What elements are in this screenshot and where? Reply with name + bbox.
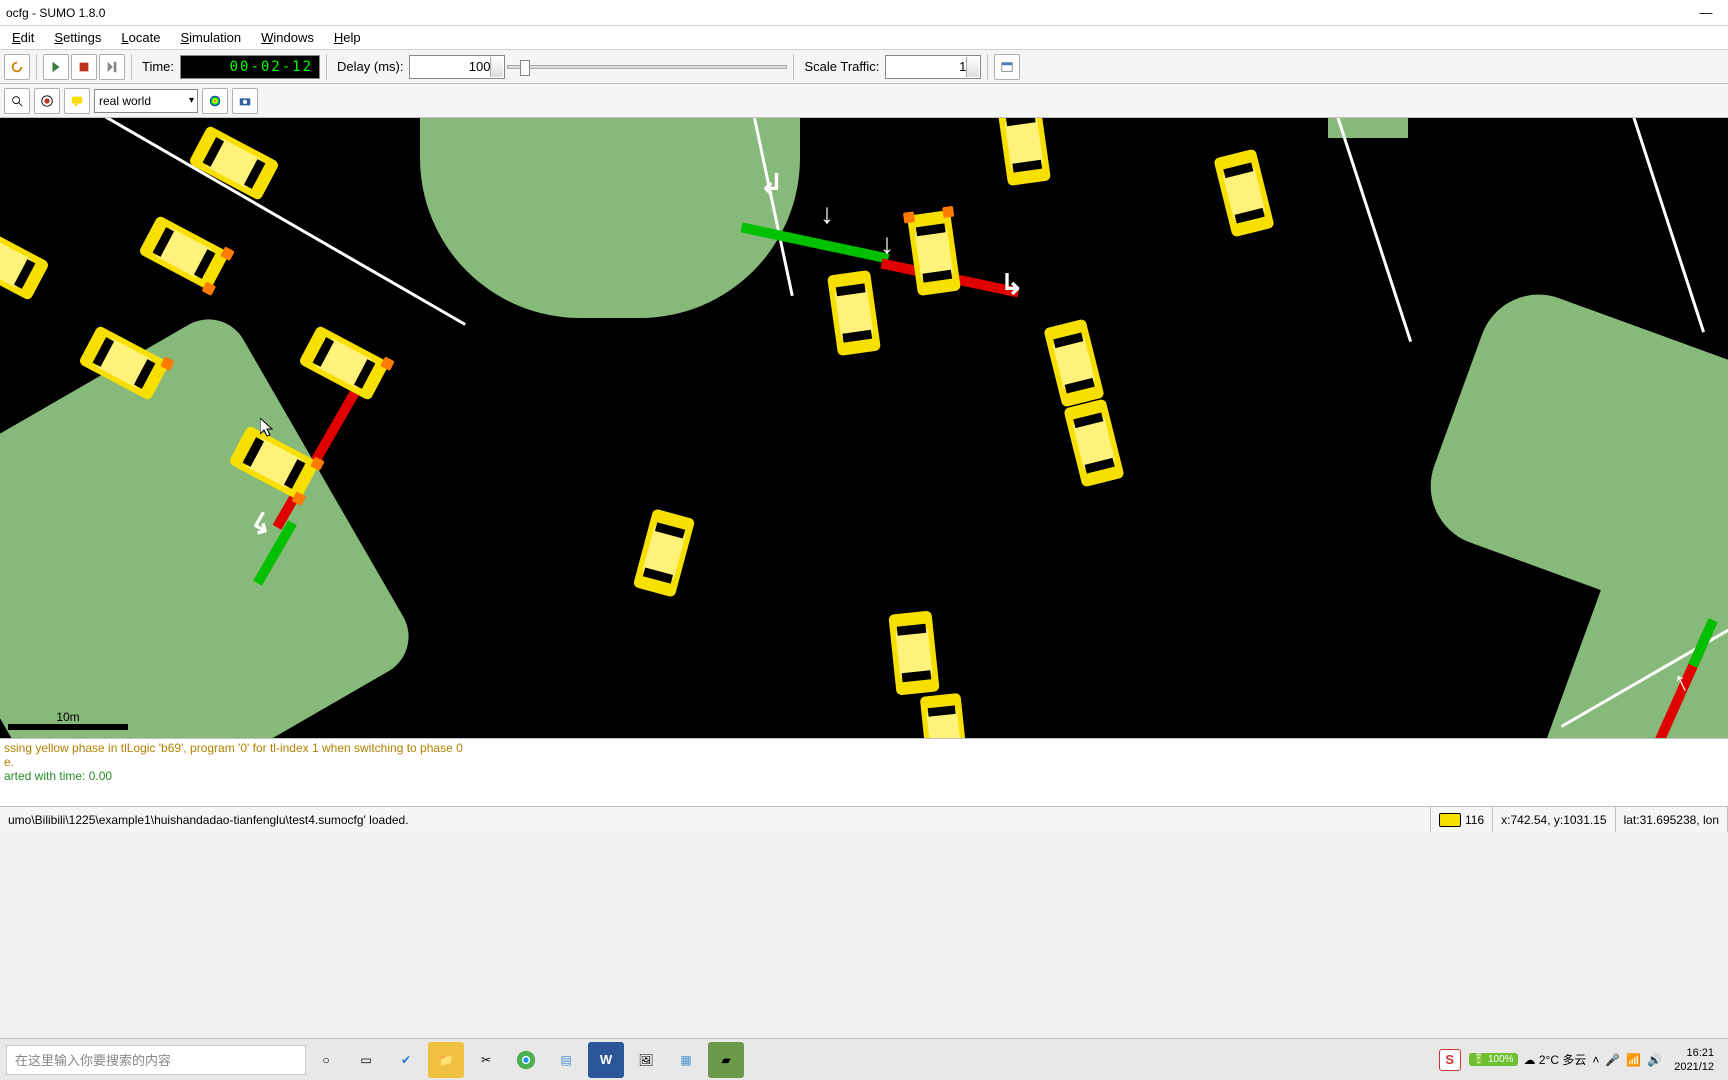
- play-button[interactable]: [43, 54, 69, 80]
- lane-arrow-icon: ↲: [760, 168, 783, 201]
- vehicle-icon: [827, 270, 881, 356]
- word-icon[interactable]: W: [588, 1042, 624, 1078]
- vehicle-icon: [1213, 148, 1275, 237]
- taskbar-app-icon[interactable]: ▤: [548, 1042, 584, 1078]
- log-line: arted with time: 0.00: [4, 769, 1724, 783]
- menu-locate[interactable]: Locate: [111, 28, 170, 47]
- time-label: Time:: [142, 59, 174, 74]
- lane-arrow-icon: ↓: [820, 198, 834, 230]
- snip-icon[interactable]: ✂: [468, 1042, 504, 1078]
- taskbar-app-icon[interactable]: ✔: [388, 1042, 424, 1078]
- zoom-button[interactable]: [4, 88, 30, 114]
- vehicle-count: 116: [1431, 807, 1493, 832]
- vehicle-icon: [888, 610, 939, 695]
- menu-simulation[interactable]: Simulation: [170, 28, 251, 47]
- delay-input[interactable]: 100: [409, 55, 505, 79]
- menu-help[interactable]: Help: [324, 28, 371, 47]
- vehicle-icon: [633, 508, 696, 597]
- vehicle-icon: [997, 118, 1051, 186]
- minimize-button[interactable]: —: [1688, 0, 1724, 26]
- statusbar: umo\Bilibili\1225\example1\huishandadao-…: [0, 806, 1728, 832]
- lane-arrow-icon: ↓: [880, 228, 894, 260]
- status-xy: x:742.54, y:1031.15: [1493, 807, 1615, 832]
- delay-label: Delay (ms):: [337, 59, 403, 74]
- reload-button[interactable]: [4, 54, 30, 80]
- menubar: Edit Settings Locate Simulation Windows …: [0, 26, 1728, 50]
- vehicle-icon: [1043, 318, 1105, 407]
- microphone-icon[interactable]: 🎤: [1605, 1053, 1620, 1067]
- tray-chevron-icon[interactable]: ˄: [1592, 1053, 1599, 1067]
- main-toolbar: Time: 00-02-12 Delay (ms): 100 Scale Tra…: [0, 50, 1728, 84]
- vehicle-icon: [920, 693, 969, 738]
- stop-button[interactable]: [71, 54, 97, 80]
- time-display: 00-02-12: [180, 55, 320, 79]
- vehicle-icon: [907, 210, 961, 296]
- tooltip-button[interactable]: [64, 88, 90, 114]
- log-line: ssing yellow phase in tlLogic 'b69', pro…: [4, 741, 1724, 755]
- scale-traffic-label: Scale Traffic:: [804, 59, 879, 74]
- cortana-icon[interactable]: ○: [308, 1042, 344, 1078]
- sumo-icon[interactable]: ▰: [708, 1042, 744, 1078]
- locate-button[interactable]: [34, 88, 60, 114]
- log-line: e.: [4, 755, 1724, 769]
- menu-windows[interactable]: Windows: [251, 28, 324, 47]
- battery-icon[interactable]: 🔋 100%: [1469, 1053, 1518, 1066]
- ime-icon[interactable]: S: [1439, 1049, 1461, 1071]
- menu-edit[interactable]: Edit: [2, 28, 44, 47]
- titlebar: ocfg - SUMO 1.8.0 —: [0, 0, 1728, 26]
- taskbar-app-icon[interactable]: ▦: [668, 1042, 704, 1078]
- message-log[interactable]: ssing yellow phase in tlLogic 'b69', pro…: [0, 738, 1728, 806]
- wifi-icon[interactable]: 📶: [1626, 1053, 1641, 1067]
- screenshot-button[interactable]: [232, 88, 258, 114]
- vehicle-icon: [1063, 398, 1125, 487]
- color-scheme-select[interactable]: real world: [94, 89, 198, 113]
- car-icon: [1439, 813, 1461, 827]
- vehicle-icon: [138, 215, 230, 291]
- window-title: ocfg - SUMO 1.8.0: [6, 6, 105, 20]
- step-button[interactable]: [99, 54, 125, 80]
- scale-bar: 10m: [8, 710, 128, 730]
- cursor-icon: [260, 418, 276, 438]
- status-path: umo\Bilibili\1225\example1\huishandadao-…: [0, 807, 1431, 832]
- color-wheel-button[interactable]: [202, 88, 228, 114]
- new-view-button[interactable]: [994, 54, 1020, 80]
- view-toolbar: real world: [0, 84, 1728, 118]
- taskbar-app-icon[interactable]: 🖼: [628, 1042, 664, 1078]
- status-latlon: lat:31.695238, lon: [1616, 807, 1728, 832]
- chrome-icon[interactable]: [508, 1042, 544, 1078]
- scale-text: 10m: [56, 710, 79, 724]
- taskbar-search-input[interactable]: 在这里输入你要搜索的内容: [6, 1045, 306, 1075]
- task-view-icon[interactable]: ▭: [348, 1042, 384, 1078]
- menu-settings[interactable]: Settings: [44, 28, 111, 47]
- delay-slider[interactable]: [507, 65, 787, 69]
- scale-traffic-input[interactable]: 1: [885, 55, 981, 79]
- windows-taskbar: 在这里输入你要搜索的内容 ○ ▭ ✔ 📁 ✂ ▤ W 🖼 ▦ ▰ S 🔋 100…: [0, 1038, 1728, 1080]
- weather-widget[interactable]: ☁ 2°C 多云: [1524, 1051, 1587, 1068]
- simulation-viewport[interactable]: ↘ ↳ ↓ ↓ ↲ ↳ ↑ 10m: [0, 118, 1728, 738]
- file-explorer-icon[interactable]: 📁: [428, 1042, 464, 1078]
- lane-arrow-icon: ↳: [1000, 268, 1023, 301]
- taskbar-clock[interactable]: 16:21 2021/12: [1668, 1046, 1720, 1074]
- vehicle-icon: [0, 225, 50, 301]
- volume-icon[interactable]: 🔊: [1647, 1053, 1662, 1067]
